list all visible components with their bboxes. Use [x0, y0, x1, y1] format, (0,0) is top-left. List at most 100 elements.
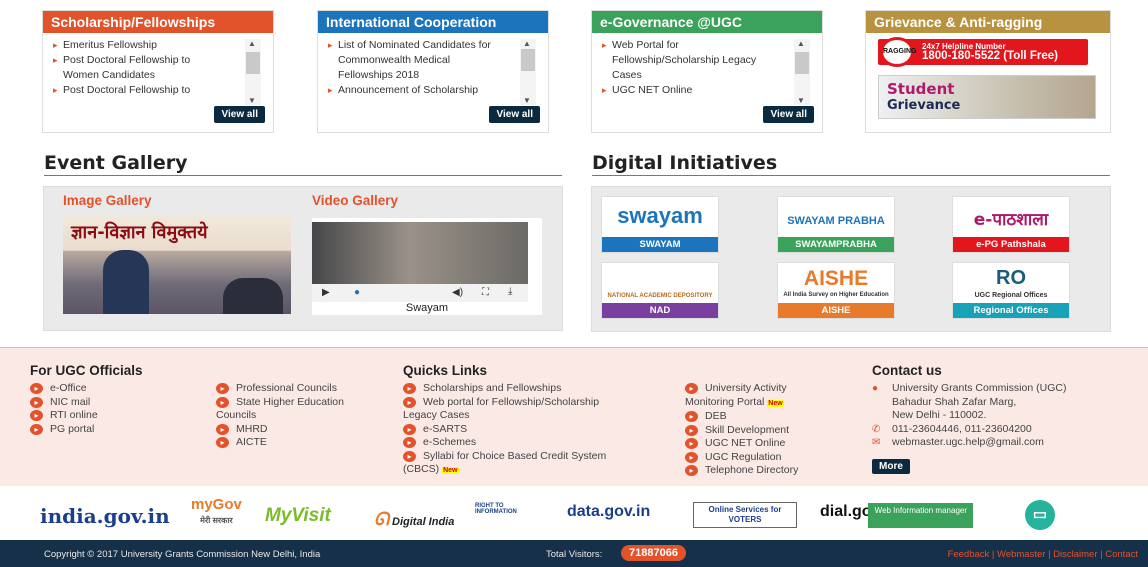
list-item[interactable]: List of Nominated Candidates for	[328, 38, 518, 53]
volume-icon[interactable]: ◀)	[452, 287, 463, 298]
anti-ragging-helpline-banner[interactable]: RAGGING 24x7 Helpline Number 1800-180-55…	[878, 37, 1088, 67]
list-item[interactable]: Web Portal for	[602, 38, 792, 53]
address-line: Bahadur Shah Zafar Marg,	[892, 395, 1017, 408]
email-text[interactable]: webmaster.ugc.help@gmail.com	[892, 436, 1044, 448]
mygov-text: myGov	[191, 496, 242, 513]
list-item[interactable]: Announcement of Scholarship	[328, 83, 518, 98]
new-badge: New	[767, 399, 784, 407]
new-badge: New	[442, 467, 459, 474]
view-all-button[interactable]: View all	[763, 106, 814, 123]
scrollbar[interactable]: ▲ ▼	[245, 39, 261, 105]
scrollbar[interactable]: ▲ ▼	[794, 39, 810, 105]
list-item[interactable]: Cases	[602, 68, 792, 83]
monitoring-portal-text[interactable]: Monitoring Portal	[685, 396, 764, 408]
footer-link[interactable]: State Higher Education	[216, 396, 344, 410]
voters-services-logo[interactable]: Online Services for VOTERS	[693, 502, 797, 528]
video-caption: Swayam	[405, 302, 449, 314]
copyright-bar: Copyright © 2017 University Grants Commi…	[0, 540, 1148, 567]
epg-pathshala-tile[interactable]: e-पाठशाला e-PG Pathshala	[952, 196, 1070, 253]
footer-link[interactable]: Professional Councils	[216, 382, 344, 396]
footer-link[interactable]: PG portal	[30, 423, 98, 437]
footer-link[interactable]: DEB	[685, 410, 798, 424]
scroll-down-icon[interactable]: ▼	[797, 96, 805, 105]
email-line[interactable]: ✉ webmaster.ugc.help@gmail.com	[870, 436, 1066, 450]
scroll-thumb[interactable]	[246, 52, 260, 74]
web-info-manager-logo[interactable]: Web Information manager	[868, 503, 973, 528]
scroll-up-icon[interactable]: ▲	[248, 39, 256, 48]
footer-link[interactable]: (CBCS) New	[403, 463, 606, 478]
video-frame[interactable]	[312, 222, 528, 284]
footer-link[interactable]: AICTE	[216, 436, 344, 450]
scroll-thumb[interactable]	[795, 52, 809, 74]
footer-link[interactable]: Monitoring Portal New	[685, 396, 798, 411]
scrollbar[interactable]: ▲ ▼	[520, 39, 536, 105]
list-item[interactable]: UGC NET Online	[602, 83, 792, 98]
image-gallery-link[interactable]: Image Gallery	[63, 193, 152, 208]
scroll-up-icon[interactable]: ▲	[797, 39, 805, 48]
scroll-thumb[interactable]	[521, 49, 535, 71]
list-item[interactable]: Women Candidates	[53, 68, 243, 83]
officials-list-1: e-Office NIC mail RTI online PG portal	[30, 382, 98, 436]
regional-offices-tile[interactable]: RO UGC Regional Offices Regional Offices	[952, 262, 1070, 319]
footer-link[interactable]: UGC NET Online	[685, 437, 798, 451]
tile-label: NAD	[602, 303, 718, 318]
list-item[interactable]: Commonwealth Medical	[328, 53, 518, 68]
rti-logo[interactable]: RIGHT TO INFORMATION	[475, 503, 535, 515]
footer-link[interactable]: MHRD	[216, 423, 344, 437]
officials-list-2: Professional Councils State Higher Educa…	[216, 382, 344, 450]
cbcs-text[interactable]: (CBCS)	[403, 463, 439, 475]
progress-dot-icon[interactable]: ●	[354, 287, 360, 298]
view-all-button[interactable]: View all	[214, 106, 265, 123]
footer-link[interactable]: RTI online	[30, 409, 98, 423]
view-all-button[interactable]: View all	[489, 106, 540, 123]
video-gallery-link[interactable]: Video Gallery	[312, 193, 398, 208]
scroll-down-icon[interactable]: ▼	[523, 96, 531, 105]
list-item[interactable]: Fellowships 2018	[328, 68, 518, 83]
footer-link[interactable]: e-Office	[30, 382, 98, 396]
scroll-down-icon[interactable]: ▼	[248, 96, 256, 105]
swayamprabha-tile[interactable]: SWAYAM PRABHA SWAYAMPRABHA	[777, 196, 895, 253]
footer-link[interactable]: Web portal for Fellowship/Scholarship	[403, 396, 606, 410]
student-grievance-banner[interactable]: Student Grievance	[878, 75, 1096, 119]
scholarship-box: Scholarship/Fellowships Emeritus Fellows…	[42, 10, 274, 133]
myvisit-logo[interactable]: MyVisit	[265, 505, 331, 527]
list-item[interactable]: Post Doctoral Fellowship to	[53, 53, 243, 68]
international-list: List of Nominated Candidates for Commonw…	[328, 38, 518, 98]
scroll-up-icon[interactable]: ▲	[523, 39, 531, 48]
footer-link[interactable]: NIC mail	[30, 396, 98, 410]
list-item[interactable]: Post Doctoral Fellowship to	[53, 83, 243, 98]
nad-tile[interactable]: NATIONAL ACADEMIC DEPOSITORY NAD	[601, 262, 719, 319]
divider	[592, 175, 1110, 176]
footer-link[interactable]: e-Schemes	[403, 436, 606, 450]
footer-links[interactable]: Feedback | Webmaster | Disclaimer | Cont…	[948, 549, 1138, 560]
footer-link[interactable]: Councils	[216, 409, 344, 423]
swayam-tile[interactable]: swayam SWAYAM	[601, 196, 719, 253]
wallet-icon[interactable]: ▭	[1025, 500, 1055, 530]
tile-label: SWAYAMPRABHA	[778, 237, 894, 252]
india-gov-logo[interactable]: india.gov.in	[40, 504, 170, 528]
footer-link[interactable]: Legacy Cases	[403, 409, 606, 423]
footer-link[interactable]: University Activity	[685, 382, 798, 396]
footer-link[interactable]: Scholarships and Fellowships	[403, 382, 606, 396]
mygov-logo[interactable]: myGov मेरी सरकार	[191, 496, 242, 528]
grievance-label: Grievance	[887, 98, 961, 113]
digital-india-logo[interactable]: ᘏ Digital India	[374, 509, 454, 530]
data-gov-logo[interactable]: data.gov.in	[567, 503, 650, 521]
photo-banner-text: ज्ञान-विज्ञान विमुक्तये	[71, 222, 208, 243]
image-gallery-photo[interactable]: ज्ञान-विज्ञान विमुक्तये	[63, 216, 291, 314]
play-icon[interactable]: ▶	[322, 287, 330, 298]
footer-link[interactable]: Skill Development	[685, 424, 798, 438]
more-button[interactable]: More	[872, 459, 910, 474]
scholarship-list: Emeritus Fellowship Post Doctoral Fellow…	[53, 38, 243, 98]
fullscreen-icon[interactable]: ⛶	[482, 287, 489, 298]
list-item[interactable]: Fellowship/Scholarship Legacy	[602, 53, 792, 68]
footer-link[interactable]: UGC Regulation	[685, 451, 798, 465]
aishe-tile[interactable]: AISHE All India Survey on Higher Educati…	[777, 262, 895, 319]
footer-link[interactable]: Syllabi for Choice Based Credit System	[403, 450, 606, 464]
video-player[interactable]: ▶ ● ◀) ⛶ ⤓ Swayam	[312, 218, 542, 315]
footer-link[interactable]: e-SARTS	[403, 423, 606, 437]
phone-text: 011-23604446, 011-23604200	[892, 422, 1032, 435]
list-item[interactable]: Emeritus Fellowship	[53, 38, 243, 53]
download-icon[interactable]: ⤓	[508, 286, 512, 297]
footer-link[interactable]: Telephone Directory	[685, 464, 798, 478]
